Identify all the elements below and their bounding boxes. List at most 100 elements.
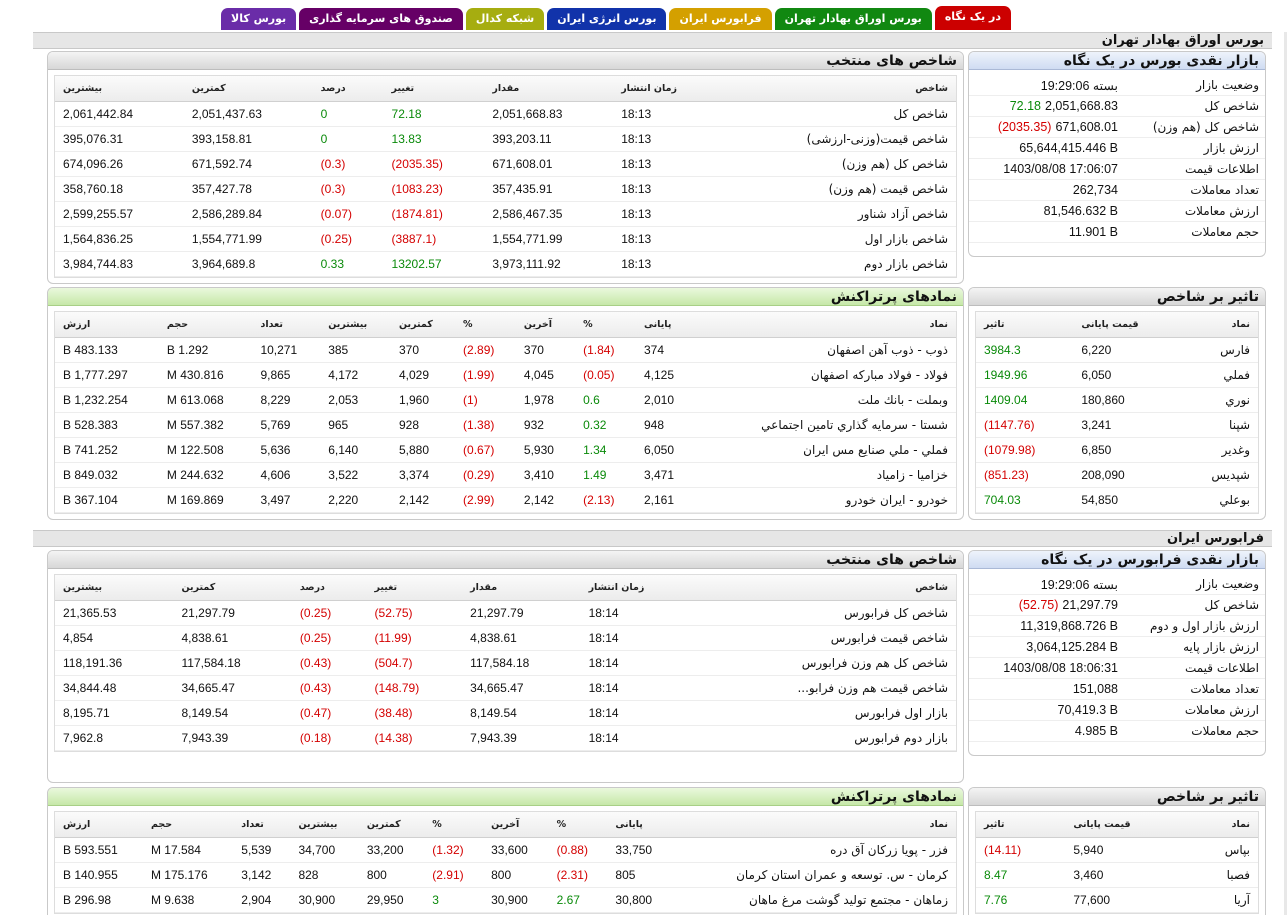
- column-header[interactable]: تغییر: [383, 76, 485, 102]
- table-row[interactable]: خودرو - ايران خودرو 2,161 (2.13) 2,142 (2.99…: [55, 487, 956, 513]
- row-name[interactable]: شاخص قیمت(وزنی-ارزشی): [720, 126, 956, 152]
- row-name[interactable]: شاخص قیمت هم وزن فرابو...: [693, 675, 956, 701]
- table-row[interactable]: شاخص قیمت هم وزن فرابو... 18:14 34,665.47(…: [55, 675, 956, 701]
- column-header[interactable]: %: [424, 812, 484, 838]
- column-header[interactable]: نماد: [672, 812, 956, 838]
- column-header[interactable]: بیشترین: [55, 575, 174, 601]
- row-name[interactable]: ذوب - ذوب آهن اصفهان: [695, 337, 956, 363]
- row-name[interactable]: شاخص قیمت (هم وزن): [720, 176, 956, 202]
- column-header[interactable]: بیشترین: [55, 76, 184, 102]
- table-row[interactable]: وغدير 6,850 (1079.98): [976, 437, 1258, 463]
- table-row[interactable]: بازار دوم فرابورس 18:14 7,943.39 (14.38) (0.…: [55, 725, 956, 751]
- column-header[interactable]: تاثیر: [976, 312, 1074, 338]
- column-header[interactable]: بیشترین: [320, 312, 391, 338]
- column-header[interactable]: %: [575, 312, 636, 338]
- column-header[interactable]: آخرین: [483, 812, 549, 838]
- tab-2[interactable]: فرابورس ایران: [669, 8, 772, 30]
- column-header[interactable]: درصد: [291, 575, 367, 601]
- column-header[interactable]: کمترین: [183, 76, 313, 102]
- column-header[interactable]: نماد: [695, 312, 956, 338]
- row-name[interactable]: شپديس: [1179, 462, 1258, 488]
- table-row[interactable]: نوري 180,860 1409.04: [976, 387, 1258, 413]
- tab-4[interactable]: شبکه کدال: [465, 8, 545, 30]
- table-row[interactable]: بپاس 5,940 (14.11): [976, 837, 1258, 863]
- table-row[interactable]: زماهان - مجتمع توليد گوشت مرغ ماهان 30,80…: [55, 887, 956, 913]
- row-name[interactable]: شاخص بازار دوم: [720, 251, 956, 277]
- row-name[interactable]: فملي: [1179, 362, 1258, 388]
- table-row[interactable]: شاخص کل هم وزن فرابورس 18:14 117,584.18 (50…: [55, 650, 956, 676]
- column-header[interactable]: بیشترین: [290, 812, 359, 838]
- row-name[interactable]: فولاد - فولاد مباركه اصفهان: [695, 362, 956, 388]
- table-row[interactable]: شاخص بازار اول 18:13 1,554,771.99 (3887.1)(…: [55, 226, 956, 252]
- column-header[interactable]: نماد: [1188, 812, 1258, 838]
- tab-0[interactable]: در یک نگاه: [934, 6, 1011, 30]
- column-header[interactable]: %: [548, 812, 608, 838]
- column-header[interactable]: پایانی: [607, 812, 673, 838]
- column-header[interactable]: کمترین: [173, 575, 292, 601]
- row-name[interactable]: شاخص کل (هم وزن): [720, 151, 956, 177]
- table-row[interactable]: شاخص کل (هم وزن) 18:13 671,608.01 (2035.35)…: [55, 151, 956, 177]
- column-header[interactable]: کمترین: [390, 312, 456, 338]
- table-row[interactable]: وبملت - بانك ملت 2,010 0.6 1,978 (1) 1,960 2,0…: [55, 387, 956, 413]
- table-row[interactable]: فملي - ملي صنايع مس ايران 6,050 1.34 5,930(…: [55, 437, 956, 463]
- table-row[interactable]: شستا - سرمايه گذاري تامين اجتماعي 948 0.32…: [55, 412, 956, 438]
- table-row[interactable]: ذوب - ذوب آهن اصفهان 374 (1.84) 370 (2.89) 37…: [55, 337, 956, 363]
- column-header[interactable]: ارزش: [55, 812, 143, 838]
- column-header[interactable]: قیمت پایانی: [1065, 812, 1189, 838]
- column-header[interactable]: پایانی: [635, 312, 696, 338]
- row-name[interactable]: شاخص کل: [720, 101, 956, 127]
- column-header[interactable]: زمان انتشار: [613, 76, 721, 102]
- row-name[interactable]: شاخص کل هم وزن فرابورس: [693, 650, 956, 676]
- table-row[interactable]: شاخص کل 18:13 2,051,668.83 72.18 0 2,051,437.…: [55, 101, 956, 127]
- row-name[interactable]: وبملت - بانك ملت: [695, 387, 956, 413]
- row-name[interactable]: فصبا: [1188, 862, 1258, 888]
- row-name[interactable]: وغدير: [1179, 437, 1258, 463]
- table-row[interactable]: خزاميا - زامياد 3,471 1.49 3,410 (0.29) 3,374…: [55, 462, 956, 488]
- row-name[interactable]: شستا - سرمايه گذاري تامين اجتماعي: [695, 412, 956, 438]
- column-header[interactable]: حجم: [158, 312, 253, 338]
- column-header[interactable]: آخرین: [515, 312, 576, 338]
- table-row[interactable]: فارس 6,220 3984.3: [976, 337, 1258, 363]
- row-name[interactable]: شاخص بازار اول: [720, 226, 956, 252]
- tab-1[interactable]: بورس اوراق بهادار تهران: [774, 8, 932, 30]
- column-header[interactable]: تعداد: [252, 312, 321, 338]
- row-name[interactable]: خزاميا - زامياد: [695, 462, 956, 488]
- table-row[interactable]: شاخص قیمت(وزنی-ارزشی) 18:13 393,203.11 13.8…: [55, 126, 956, 152]
- column-header[interactable]: تعداد: [233, 812, 291, 838]
- column-header[interactable]: نماد: [1179, 312, 1258, 338]
- table-row[interactable]: بازار اول فرابورس 18:14 8,149.54 (38.48) (0.…: [55, 700, 956, 726]
- table-row[interactable]: شاخص آزاد شناور 18:13 2,586,467.35 (1874.81…: [55, 201, 956, 227]
- table-row[interactable]: آريا 77,600 7.76: [976, 887, 1258, 913]
- table-row[interactable]: شپديس 208,090 (851.23): [976, 462, 1258, 488]
- tab-6[interactable]: بورس کالا: [221, 8, 297, 30]
- table-row[interactable]: فملي 6,050 1949.96: [976, 362, 1258, 388]
- row-name[interactable]: نوري: [1179, 387, 1258, 413]
- column-header[interactable]: ارزش: [55, 312, 159, 338]
- row-name[interactable]: فزر - پويا زركان آق دره: [672, 837, 956, 863]
- tab-3[interactable]: بورس انرژی ایران: [547, 8, 667, 30]
- table-row[interactable]: شاخص قیمت (هم وزن) 18:13 357,435.91 (1083.2…: [55, 176, 956, 202]
- row-name[interactable]: بازار دوم فرابورس: [693, 725, 956, 751]
- row-name[interactable]: شپنا: [1179, 412, 1258, 438]
- table-row[interactable]: بوعلي 54,850 704.03: [976, 487, 1258, 513]
- column-header[interactable]: %: [455, 312, 516, 338]
- row-name[interactable]: آريا: [1188, 887, 1258, 913]
- column-header[interactable]: حجم: [142, 812, 234, 838]
- table-row[interactable]: فزر - پويا زركان آق دره 33,750 (0.88) 33,60…: [55, 837, 956, 863]
- column-header[interactable]: تغییر: [366, 575, 463, 601]
- column-header[interactable]: شاخص: [693, 575, 956, 601]
- table-row[interactable]: شپنا 3,241 (1147.76): [976, 412, 1258, 438]
- row-name[interactable]: خودرو - ايران خودرو: [695, 487, 956, 513]
- tab-5[interactable]: صندوق های سرمایه گذاری: [299, 8, 463, 30]
- table-row[interactable]: شاخص قیمت فرابورس 18:14 4,838.61 (11.99) (0.…: [55, 625, 956, 651]
- row-name[interactable]: فملي - ملي صنايع مس ايران: [695, 437, 956, 463]
- table-row[interactable]: فصبا 3,460 8.47: [976, 862, 1258, 888]
- row-name[interactable]: زماهان - مجتمع توليد گوشت مرغ ماهان: [672, 887, 956, 913]
- column-header[interactable]: قیمت پایانی: [1073, 312, 1180, 338]
- row-name[interactable]: شاخص قیمت فرابورس: [693, 625, 956, 651]
- column-header[interactable]: درصد: [312, 76, 384, 102]
- column-header[interactable]: مقدار: [462, 575, 581, 601]
- row-name[interactable]: بوعلي: [1179, 487, 1258, 513]
- row-name[interactable]: بپاس: [1188, 837, 1258, 863]
- row-name[interactable]: بازار اول فرابورس: [693, 700, 956, 726]
